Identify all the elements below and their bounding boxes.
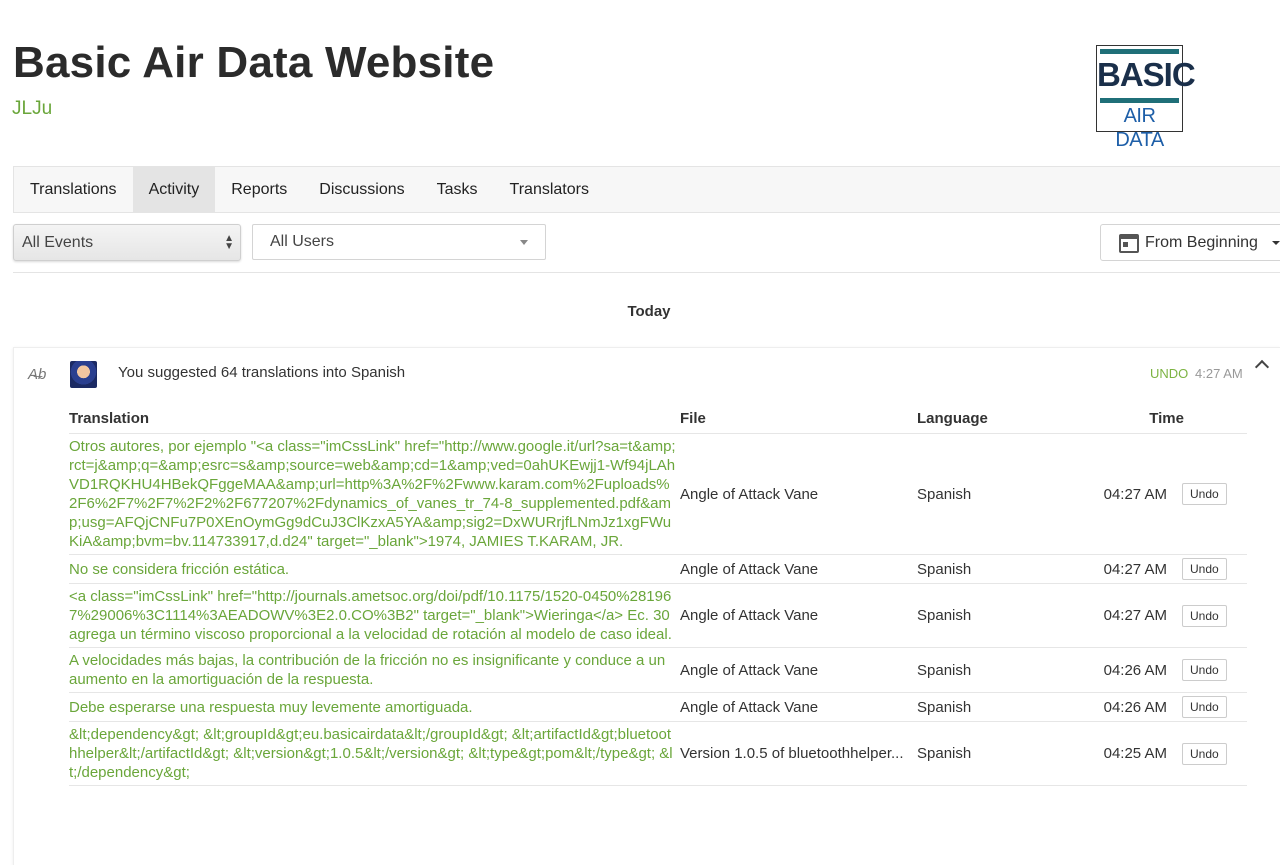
- undo-button[interactable]: Undo: [1182, 659, 1227, 681]
- undo-cell: Undo: [1182, 647, 1247, 693]
- project-subtitle[interactable]: JLJu: [12, 98, 52, 120]
- translations-table: Translation File Language Time Otros aut…: [69, 406, 1247, 786]
- translate-icon: A̶b: [28, 366, 47, 383]
- undo-cell: Undo: [1182, 721, 1247, 786]
- undo-cell: Undo: [1182, 554, 1247, 584]
- undo-button[interactable]: Undo: [1182, 604, 1227, 627]
- column-header-translation: Translation: [69, 406, 680, 434]
- tab-discussions[interactable]: Discussions: [303, 167, 420, 212]
- time: 04:27 AM: [1097, 554, 1182, 584]
- logo-word-airdata: AIR DATA: [1115, 105, 1164, 151]
- column-header-file: File: [680, 406, 917, 434]
- day-heading: Today: [627, 303, 671, 320]
- avatar[interactable]: [70, 361, 97, 388]
- language: Spanish: [917, 647, 1097, 693]
- date-range-label: From Beginning: [1145, 234, 1258, 251]
- table-row: No se considera fricción estática. Angle…: [69, 554, 1247, 584]
- file-name[interactable]: Angle of Attack Vane: [680, 554, 917, 584]
- language: Spanish: [917, 692, 1097, 722]
- chevron-up-icon[interactable]: [1254, 359, 1270, 375]
- translation-text[interactable]: A velocidades más bajas, la contribución…: [69, 647, 680, 693]
- tab-translators[interactable]: Translators: [494, 167, 605, 212]
- brand-logo: BASIC AIR DATA: [1096, 45, 1196, 151]
- undo-cell: Undo: [1182, 583, 1247, 648]
- activity-summary: You suggested 64 translations into Spani…: [118, 364, 406, 381]
- table-row: Debe esperarse una respuesta muy levemen…: [69, 692, 1247, 722]
- language: Spanish: [917, 433, 1097, 555]
- translation-text[interactable]: &lt;dependency&gt; &lt;groupId&gt;eu.bas…: [69, 721, 680, 786]
- translation-text[interactable]: <a class="imCssLink" href="http://journa…: [69, 583, 680, 648]
- table-row: &lt;dependency&gt; &lt;groupId&gt;eu.bas…: [69, 721, 1247, 786]
- date-range-button[interactable]: From Beginning: [1100, 224, 1280, 261]
- file-name[interactable]: Angle of Attack Vane: [680, 647, 917, 693]
- caret-down-icon: [1272, 241, 1280, 245]
- file-name[interactable]: Angle of Attack Vane: [680, 433, 917, 555]
- time: 04:25 AM: [1097, 721, 1182, 786]
- column-header-language: Language: [917, 406, 1097, 434]
- language: Spanish: [917, 554, 1097, 584]
- file-name[interactable]: Angle of Attack Vane: [680, 583, 917, 648]
- translation-text[interactable]: Debe esperarse una respuesta muy levemen…: [69, 692, 680, 722]
- page-title: Basic Air Data Website: [13, 38, 495, 87]
- language: Spanish: [917, 583, 1097, 648]
- tab-tasks[interactable]: Tasks: [421, 167, 494, 212]
- undo-cell: Undo: [1182, 692, 1247, 722]
- language: Spanish: [917, 721, 1097, 786]
- file-name[interactable]: Version 1.0.5 of bluetoothhelper...: [680, 721, 917, 786]
- time: 04:27 AM: [1097, 433, 1182, 555]
- users-select-value: All Users: [270, 233, 335, 250]
- time: 04:26 AM: [1097, 647, 1182, 693]
- time: 04:26 AM: [1097, 692, 1182, 722]
- events-select-value: All Events: [22, 234, 94, 251]
- activity-item: A̶b You suggested 64 translations into S…: [13, 347, 1280, 865]
- calendar-icon: [1119, 234, 1139, 253]
- tab-translations[interactable]: Translations: [14, 167, 133, 212]
- logo-bar-top: [1100, 49, 1179, 54]
- filter-bar: All Events ▲ ▼ All Users From Beginning: [13, 213, 1280, 273]
- undo-button[interactable]: Undo: [1182, 696, 1227, 718]
- events-select[interactable]: All Events ▲ ▼: [13, 224, 241, 261]
- main-tabs: Translations Activity Reports Discussion…: [13, 166, 1280, 213]
- column-header-time: Time: [1097, 406, 1247, 434]
- translation-text[interactable]: Otros autores, por ejemplo "<a class="im…: [69, 433, 680, 555]
- table-row: Otros autores, por ejemplo "<a class="im…: [69, 433, 1247, 555]
- logo-bar-middle: [1100, 98, 1179, 103]
- chevron-down-icon: [520, 240, 528, 245]
- logo-word-basic: BASIC: [1097, 56, 1196, 93]
- table-row: <a class="imCssLink" href="http://journa…: [69, 583, 1247, 648]
- file-name[interactable]: Angle of Attack Vane: [680, 692, 917, 722]
- undo-cell: Undo: [1182, 433, 1247, 555]
- tab-reports[interactable]: Reports: [215, 167, 303, 212]
- undo-button[interactable]: Undo: [1182, 742, 1227, 765]
- undo-all-link[interactable]: UNDO: [1150, 366, 1188, 381]
- translation-text[interactable]: No se considera fricción estática.: [69, 554, 680, 584]
- users-select[interactable]: All Users: [252, 224, 546, 260]
- updown-arrows-icon: ▲ ▼: [224, 233, 234, 252]
- table-row: A velocidades más bajas, la contribución…: [69, 647, 1247, 693]
- undo-button[interactable]: Undo: [1182, 483, 1227, 505]
- table-header-row: Translation File Language Time: [69, 406, 1247, 434]
- activity-time: 4:27 AM: [1195, 366, 1243, 381]
- time: 04:27 AM: [1097, 583, 1182, 648]
- tab-activity[interactable]: Activity: [132, 167, 216, 212]
- undo-button[interactable]: Undo: [1182, 558, 1227, 580]
